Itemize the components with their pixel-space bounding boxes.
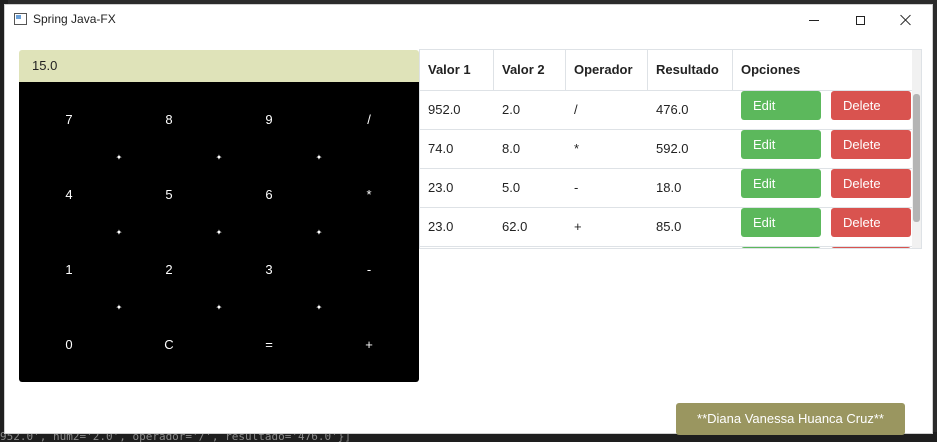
grid-marker [216,229,223,236]
cell-operador: / [574,102,578,117]
key-divide[interactable]: / [319,82,419,157]
cell-valor-2: 2.0 [502,102,521,117]
delete-button[interactable]: Delete [831,91,911,120]
table-row[interactable]: 23.0 62.0 + 85.0 Edit Delete [420,207,914,247]
grid-marker [216,154,223,161]
key-5[interactable]: 5 [119,157,219,232]
key-8[interactable]: 8 [119,82,219,157]
key-4[interactable]: 4 [19,157,119,232]
header-opciones[interactable]: Opciones [733,50,914,90]
grid-marker [216,304,223,311]
edit-button[interactable] [741,247,821,248]
edit-button[interactable]: Edit [741,91,821,120]
cell-resultado: 18.0 [656,180,682,195]
close-button[interactable] [883,5,929,35]
edit-button[interactable]: Edit [741,208,821,237]
cell-operador: + [574,219,582,234]
header-valor-1[interactable]: Valor 1 [420,50,494,90]
key-minus[interactable]: - [319,232,419,307]
key-2[interactable]: 2 [119,232,219,307]
cell-operador: - [574,180,579,195]
key-1[interactable]: 1 [19,232,119,307]
table-row[interactable]: 74.0 8.0 * 592.0 Edit Delete [420,129,914,169]
cell-valor-1: 952.0 [428,102,461,117]
minimize-button[interactable] [791,5,837,35]
edit-button[interactable]: Edit [741,169,821,198]
delete-button[interactable]: Delete [831,208,911,237]
grid-marker [316,304,323,311]
table-header: Valor 1 Valor 2 Operador Resultado Opcio… [420,50,914,91]
table-row[interactable]: 23.0 5.0 - 18.0 Edit Delete [420,168,914,208]
table-scrollbar[interactable] [912,50,921,248]
header-valor-2[interactable]: Valor 2 [494,50,566,90]
key-6[interactable]: 6 [219,157,319,232]
cell-valor-1: 74.0 [428,141,454,156]
cell-valor-1: 23.0 [428,219,454,234]
key-0[interactable]: 0 [19,307,119,382]
delete-button[interactable]: Delete [831,169,911,198]
delete-button[interactable]: Delete [831,130,911,159]
grid-marker [316,154,323,161]
cell-valor-2: 8.0 [502,141,521,156]
maximize-icon [855,15,865,25]
app-window-icon [14,13,27,25]
title-bar[interactable]: Spring Java-FX [5,5,932,35]
cell-resultado: 85.0 [656,219,682,234]
key-clear[interactable]: C [119,307,219,382]
key-3[interactable]: 3 [219,232,319,307]
author-button[interactable]: **Diana Vanessa Huanca Cruz** [676,403,905,435]
key-7[interactable]: 7 [19,82,119,157]
cell-valor-2: 62.0 [502,219,528,234]
scrollbar-thumb[interactable] [913,94,920,222]
key-plus[interactable]: + [319,307,419,382]
grid-marker [116,229,123,236]
operations-table: Valor 1 Valor 2 Operador Resultado Opcio… [419,49,922,249]
key-9[interactable]: 9 [219,82,319,157]
cell-resultado: 592.0 [656,141,689,156]
grid-marker [116,154,123,161]
cell-valor-1: 23.0 [428,180,454,195]
cell-operador: * [574,141,580,156]
table-row-partial[interactable] [420,246,914,248]
grid-marker [316,229,323,236]
window-title: Spring Java-FX [33,12,116,26]
calculator-display: 15.0 [19,50,419,82]
close-icon [900,14,912,26]
header-resultado[interactable]: Resultado [648,50,733,90]
minimize-icon [809,19,819,21]
key-equals[interactable]: = [219,307,319,382]
grid-marker [116,304,123,311]
delete-button[interactable] [831,247,911,248]
header-operador[interactable]: Operador [566,50,648,90]
app-window: Spring Java-FX 15.0 7 8 9 / 4 5 6 * 1 2 … [4,4,933,435]
edit-button[interactable]: Edit [741,130,821,159]
maximize-button[interactable] [837,5,883,35]
key-multiply[interactable]: * [319,157,419,232]
cell-valor-2: 5.0 [502,180,521,195]
cell-resultado: 476.0 [656,102,689,117]
table-row[interactable]: 952.0 2.0 / 476.0 Edit Delete [420,90,914,130]
